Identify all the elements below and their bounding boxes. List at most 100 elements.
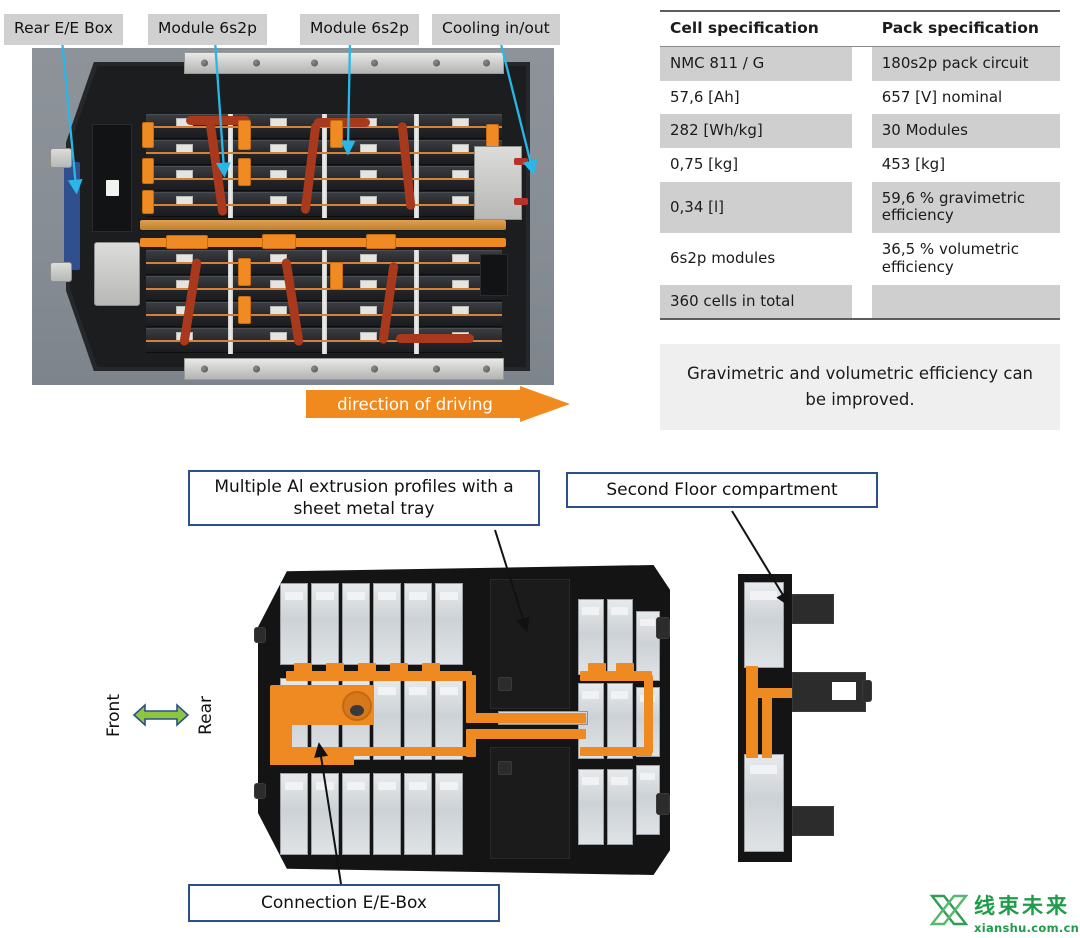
row-gap: [851, 233, 872, 285]
center-mount-upper: [498, 677, 512, 691]
label-front: Front: [104, 694, 124, 737]
battery-tray-cad-top-view: [254, 565, 670, 875]
right-side-mount: [656, 617, 670, 639]
ee-box-label: [106, 180, 119, 196]
second-floor-busbar: [746, 666, 758, 758]
watermark: 线束未来 xianshu.com.cn: [928, 890, 1079, 935]
bidirectional-arrow-icon: [132, 703, 190, 727]
callout-second-floor: Second Floor compartment: [566, 472, 878, 508]
watermark-text: 线束未来 xianshu.com.cn: [974, 890, 1079, 935]
hv-cable-lower-4: [396, 334, 474, 343]
compartment-arm-upper: [792, 594, 834, 624]
pack-spec-value: [871, 284, 1060, 321]
module-connector-l3: [142, 190, 154, 214]
compartment-side-mount: [862, 680, 872, 702]
ee-box-round-connector-inner: [350, 705, 364, 716]
busbar-lower-right: [580, 747, 652, 756]
busbar-upper-left: [286, 671, 472, 681]
cell-spec-value: 360 cells in total: [660, 284, 852, 321]
callout-module-right: Module 6s2p: [300, 14, 419, 45]
compartment-arm-window: [830, 680, 858, 702]
label-rear: Rear: [196, 696, 216, 735]
module-connector-m3: [238, 258, 251, 286]
callout-cooling: Cooling in/out: [432, 14, 560, 45]
specification-table-wrap: Cell specification Pack specification NM…: [660, 10, 1060, 321]
xianshu-logo-icon: [929, 894, 969, 926]
center-mount-lower: [498, 761, 512, 775]
header-cell-specification: Cell specification: [660, 10, 852, 47]
battery-pack-photo-top: [32, 48, 554, 385]
second-floor-busbar-2: [762, 690, 772, 758]
direction-label: direction of driving: [337, 394, 493, 414]
pack-spec-value: 36,5 % volumetric efficiency: [871, 233, 1060, 285]
left-side-mount-lower: [254, 783, 266, 799]
table-row: 6s2p modules 36,5 % volumetric efficienc…: [660, 233, 1060, 285]
table-row: 282 [Wh/kg] 30 Modules: [660, 114, 1060, 149]
module-connector-m1: [238, 120, 251, 150]
row-gap: [851, 46, 872, 81]
second-floor-module-upper: [744, 582, 784, 668]
busbar-connector-right: [366, 234, 396, 249]
right-arrow-icon: [520, 386, 570, 422]
header-gap: [851, 10, 872, 47]
bottom-mount-rail: [184, 358, 504, 380]
top-mount-rail: [184, 52, 504, 74]
cell-spec-value: 57,6 [Ah]: [660, 80, 852, 115]
module-tab-6: [588, 663, 606, 673]
cooling-port-out: [514, 198, 528, 205]
cooling-port-in: [514, 158, 528, 165]
watermark-cn: 线束未来: [974, 894, 1070, 918]
module-connector-m2: [238, 158, 251, 186]
pack-spec-value: 30 Modules: [871, 114, 1060, 149]
cell-spec-value: 282 [Wh/kg]: [660, 114, 852, 149]
specification-table: Cell specification Pack specification NM…: [660, 10, 1060, 321]
table-row: 360 cells in total: [660, 284, 1060, 321]
module-tab-4: [390, 663, 408, 673]
callout-extrusion-profiles: Multiple Al extrusion profiles with a sh…: [188, 470, 540, 526]
second-floor-module-lower: [744, 754, 784, 852]
busbar-connector-mid: [262, 234, 296, 249]
right-side-mount-2: [656, 793, 670, 815]
row-gap: [851, 114, 872, 149]
busbar-lower-left: [286, 747, 472, 756]
rear-ee-box: [92, 124, 132, 232]
row-gap: [851, 148, 872, 182]
module-connector-r2: [330, 262, 343, 290]
pack-spec-value: 657 [V] nominal: [871, 80, 1060, 115]
left-mount-lug-bottom: [50, 262, 72, 282]
pack-spec-value: 59,6 % gravimetric efficiency: [871, 181, 1060, 234]
cell-spec-value: 6s2p modules: [660, 233, 852, 285]
row-gap: [851, 284, 872, 321]
cell-spec-value: NMC 811 / G: [660, 46, 852, 81]
busbar-connector-left: [166, 235, 208, 249]
direction-of-driving-arrow: direction of driving: [306, 386, 570, 422]
module-tab-1: [294, 663, 312, 673]
table-row: 57,6 [Ah] 657 [V] nominal: [660, 80, 1060, 115]
cell-spec-value: 0,34 [l]: [660, 181, 852, 234]
callout-connection-ee-box: Connection E/E-Box: [188, 884, 500, 922]
busbar-right-vertical: [644, 675, 653, 753]
module-connector-l1: [142, 122, 154, 148]
pack-spec-value: 180s2p pack circuit: [871, 46, 1060, 81]
table-header-row: Cell specification Pack specification: [660, 10, 1060, 47]
left-side-mount-upper: [254, 627, 266, 643]
table-row: 0,75 [kg] 453 [kg]: [660, 148, 1060, 182]
cell-spec-value: 0,75 [kg]: [660, 148, 852, 182]
module-tab-2: [326, 663, 344, 673]
left-blue-bracket: [64, 162, 80, 270]
module-connector-r1: [330, 120, 343, 148]
second-floor-compartment-cad: [730, 568, 890, 868]
module-tab-5: [422, 663, 440, 673]
module-connector-l2: [142, 158, 154, 184]
lower-left-component: [94, 242, 140, 306]
right-connector-block: [480, 254, 508, 296]
module-tab-7: [616, 663, 634, 673]
table-row: NMC 811 / G 180s2p pack circuit: [660, 46, 1060, 81]
left-mount-lug-top: [50, 148, 72, 168]
efficiency-note: Gravimetric and volumetric efficiency ca…: [660, 344, 1060, 430]
compartment-arm-lower: [792, 806, 834, 836]
watermark-url: xianshu.com.cn: [974, 921, 1080, 935]
module-tab-3: [358, 663, 376, 673]
callout-module-left: Module 6s2p: [148, 14, 267, 45]
busbar-mid-cross-upper: [466, 713, 586, 723]
